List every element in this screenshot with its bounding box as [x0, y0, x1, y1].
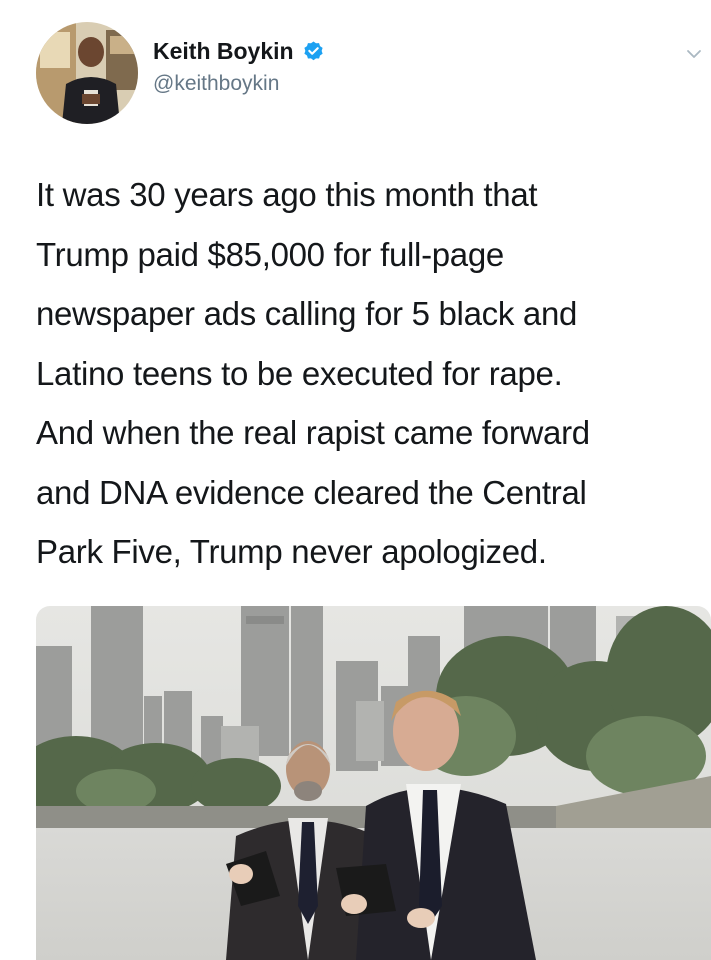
display-name-row: Keith Boykin [153, 36, 325, 66]
handle[interactable]: @keithboykin [153, 72, 325, 96]
avatar[interactable] [36, 22, 138, 124]
tweet-text: It was 30 years ago this month that Trum… [36, 165, 696, 582]
author-block: Keith Boykin @keithboykin [153, 36, 325, 96]
tweet-card: Keith Boykin @keithboykin It was 30 year… [0, 0, 711, 960]
tweet-text-line: Park Five, Trump never apologized. [36, 533, 547, 570]
tweet-text-line: newspaper ads calling for 5 black and [36, 295, 578, 332]
tweet-text-line: It was 30 years ago this month that [36, 176, 538, 213]
verified-badge-icon [302, 40, 325, 63]
display-name[interactable]: Keith Boykin [153, 38, 294, 65]
chevron-down-icon[interactable] [686, 46, 702, 62]
tweet-photo[interactable] [36, 606, 711, 960]
tweet-text-line: Latino teens to be executed for rape. [36, 354, 563, 392]
tweet-text-line: and DNA evidence cleared the Central [36, 473, 587, 511]
tweet-text-line: And when the real rapist came forward [36, 414, 590, 451]
tweet-text-line: Trump paid $85,000 for full-page [36, 235, 504, 273]
